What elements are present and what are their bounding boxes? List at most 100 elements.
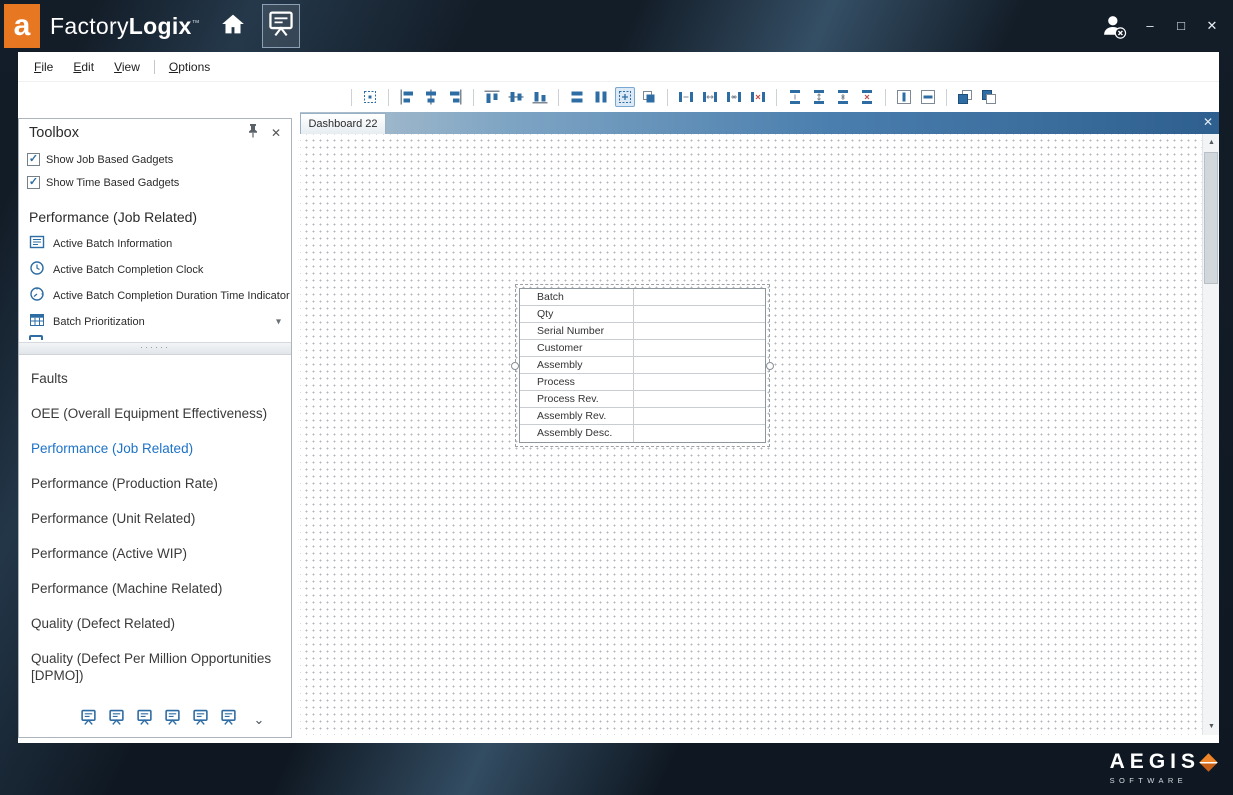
center-horizontally-icon[interactable] [894,87,914,107]
dashboard-design-area: Dashboard 22 ✕ Batch Qty Serial Number C… [300,112,1219,735]
size-to-grid-icon[interactable] [615,87,635,107]
table-row: Assembly [520,357,765,374]
toolbox-splitter[interactable]: ······ [19,342,291,355]
dashboard-designer-button[interactable] [262,4,300,48]
align-centers-icon[interactable] [421,87,441,107]
tab-close-icon[interactable]: ✕ [1203,115,1213,129]
make-same-width-icon[interactable] [567,87,587,107]
space-down-icon[interactable] [785,87,805,107]
checkbox-label: Show Time Based Gadgets [46,177,179,189]
align-lefts-icon[interactable] [397,87,417,107]
gadget-batch-prioritization[interactable]: Batch Prioritization ▾ [19,309,291,335]
space-across-icon[interactable] [676,87,696,107]
gadget-active-batch-completion-clock[interactable]: Active Batch Completion Clock [19,257,291,283]
table-row: Process Rev. [520,391,765,408]
make-same-size-icon[interactable] [639,87,659,107]
close-button[interactable]: ✕ [1203,17,1221,35]
scrollbar-thumb[interactable] [1204,152,1218,284]
category-quality-defect-related[interactable]: Quality (Defect Related) [19,606,291,641]
value-cell [634,340,765,356]
minimize-button[interactable]: – [1141,17,1159,35]
decrease-space-across-icon[interactable] [724,87,744,107]
titlebar: a FactoryLogix™ – □ ✕ [0,0,1233,52]
table-row: Serial Number [520,323,765,340]
increase-space-down-icon[interactable] [809,87,829,107]
align-bottoms-icon[interactable] [530,87,550,107]
gadget-shortcut-icon[interactable] [108,709,125,731]
align-tops-icon[interactable] [482,87,502,107]
more-categories-chevron-icon[interactable]: ⌄ [254,712,265,728]
aegis-diamond-icon [1199,753,1217,771]
canvas-vertical-scrollbar[interactable]: ▲ ▼ [1202,134,1219,735]
category-oee[interactable]: OEE (Overall Equipment Effectiveness) [19,396,291,431]
show-job-gadgets-checkbox[interactable]: ✓ Show Job Based Gadgets [19,149,291,170]
toolbox-panel: Toolbox ✕ ✓ Show Job Based Gadgets ✓ Sho… [18,118,292,738]
toolbox-section-title: Performance (Job Related) [19,193,291,231]
toolbar-separator [558,89,559,106]
gadget-shortcut-icon[interactable] [136,709,153,731]
category-faults[interactable]: Faults [19,361,291,396]
align-middles-icon[interactable] [506,87,526,107]
gadget-shortcut-icon[interactable] [192,709,209,731]
table-row: Qty [520,306,765,323]
table-row: Customer [520,340,765,357]
category-performance-active-wip[interactable]: Performance (Active WIP) [19,536,291,571]
menu-edit[interactable]: Edit [63,55,104,79]
toolbar-separator [473,89,474,106]
clipped-gadget-icon [19,335,291,340]
value-cell [634,391,765,407]
scroll-up-icon[interactable]: ▲ [1203,134,1220,151]
design-canvas[interactable]: Batch Qty Serial Number Customer Assembl… [300,134,1202,735]
prioritization-grid-icon [29,312,45,333]
user-session-button[interactable] [1100,12,1128,40]
decrease-space-down-icon[interactable] [833,87,853,107]
pin-icon[interactable] [247,123,259,143]
toolbar-separator [885,89,886,106]
tab-dashboard-22[interactable]: Dashboard 22 [300,113,386,134]
dashboard-tabstrip: Dashboard 22 ✕ [300,112,1219,134]
resize-handle-left[interactable] [511,362,519,370]
snap-to-grid-icon[interactable] [360,87,380,107]
category-performance-machine-related[interactable]: Performance (Machine Related) [19,571,291,606]
value-cell [634,323,765,339]
toolbox-header: Toolbox ✕ [19,119,291,147]
menu-options[interactable]: Options [159,55,220,79]
titlebar-right: – □ ✕ [1100,12,1233,40]
factorylogix-window: a FactoryLogix™ – □ ✕ File Edit View Opt… [0,0,1233,795]
center-vertically-icon[interactable] [918,87,938,107]
maximize-button[interactable]: □ [1172,17,1190,35]
align-rights-icon[interactable] [445,87,465,107]
home-button[interactable] [216,4,250,48]
gadget-shortcut-icon[interactable] [220,709,237,731]
toolbox-close-icon[interactable]: ✕ [271,126,281,140]
gadget-active-batch-completion-duration[interactable]: Active Batch Completion Duration Time In… [19,283,291,309]
category-performance-job-related[interactable]: Performance (Job Related) [19,431,291,466]
table-row: Process [520,374,765,391]
toolbar-separator [388,89,389,106]
remove-space-down-icon[interactable] [857,87,877,107]
toolbox-bottom-bar: ⌄ [19,709,291,731]
increase-space-across-icon[interactable] [700,87,720,107]
scroll-down-icon[interactable]: ▼ [1203,718,1220,735]
gadget-shortcut-icon[interactable] [80,709,97,731]
selected-gadget[interactable]: Batch Qty Serial Number Customer Assembl… [515,284,770,447]
resize-handle-right[interactable] [766,362,774,370]
menu-file[interactable]: File [24,55,63,79]
send-to-back-icon[interactable] [979,87,999,107]
brand-text: FactoryLogix™ [50,13,200,40]
checkbox-check-icon: ✓ [27,153,40,166]
category-list: Faults OEE (Overall Equipment Effectiven… [19,361,291,693]
gadget-list-chevron-down-icon[interactable]: ▾ [276,317,281,328]
category-quality-dpmo[interactable]: Quality (Defect Per Million Opportunitie… [19,641,291,693]
category-performance-production-rate[interactable]: Performance (Production Rate) [19,466,291,501]
category-performance-unit-related[interactable]: Performance (Unit Related) [19,501,291,536]
brand-factory: Factory [50,13,129,39]
gadget-active-batch-information[interactable]: Active Batch Information [19,231,291,257]
gadget-shortcut-icon[interactable] [164,709,181,731]
remove-space-across-icon[interactable] [748,87,768,107]
show-time-gadgets-checkbox[interactable]: ✓ Show Time Based Gadgets [19,172,291,193]
bring-to-front-icon[interactable] [955,87,975,107]
make-same-height-icon[interactable] [591,87,611,107]
brand-logix: Logix [129,13,192,39]
menu-view[interactable]: View [104,55,150,79]
